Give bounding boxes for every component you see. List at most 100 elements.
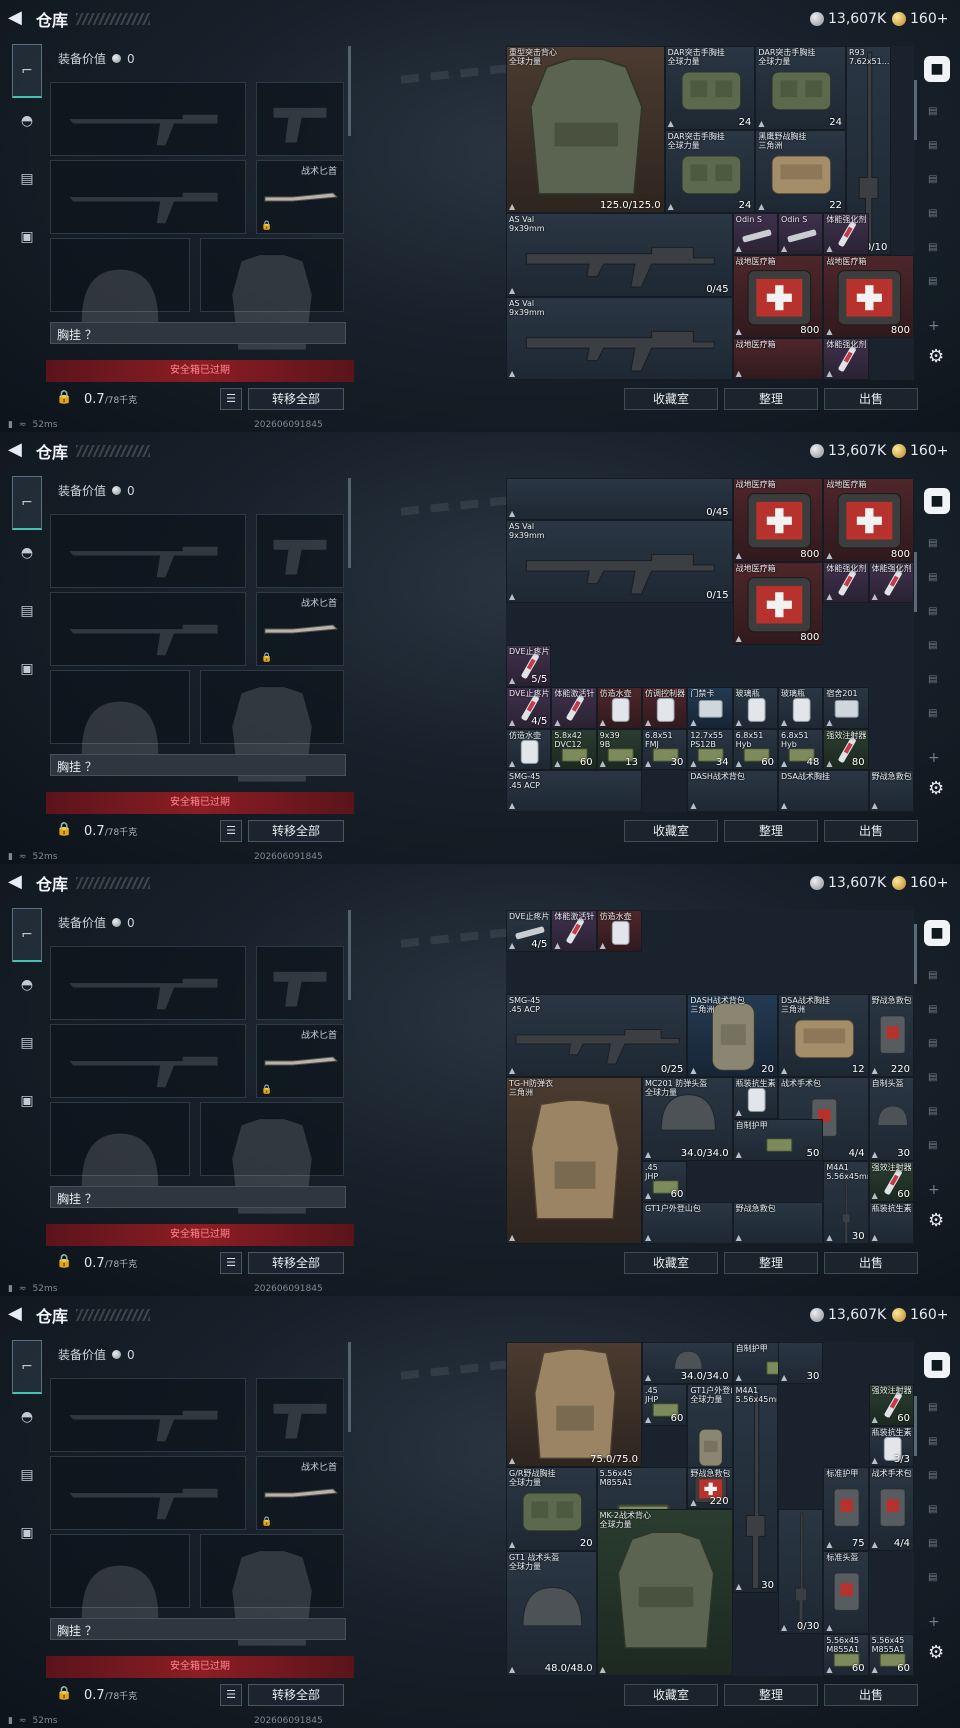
stash-item[interactable]: 6.8x51 Hyb ▲ 60 [732,728,778,771]
stash-scrollbar[interactable] [914,1396,917,1456]
stash-item[interactable]: 5.56x45 M855A1 ▲ 60 [868,1634,914,1676]
stash-scrollbar[interactable] [914,924,917,984]
stash-item[interactable]: DAR突击手胸挂 全球力量 ▲ 24 [664,129,756,213]
stash-item[interactable]: MC201 防弹头盔 全球力量 ▲ 34.0/34.0 [642,1077,733,1161]
stash-item[interactable]: 野战急救包 ▲ [868,770,914,812]
sell-button[interactable]: 出售 [824,1684,918,1706]
stash-item[interactable]: 瓶装抗生素 ▲ [868,1202,914,1244]
stash-item[interactable]: 体能强化剂 ▲ [823,338,869,380]
stash-item[interactable]: 体能激活针 ▲ [551,686,597,729]
stash-item[interactable]: 12.7x55 PS12B ▲ 34 [687,728,733,771]
stash-item[interactable]: 战地医疗箱 ▲ [732,338,824,380]
container-tab-icon[interactable]: ▤ [928,538,946,552]
stash-item[interactable]: 黑鹰野战胸挂 三角洲 ▲ 22 [755,129,846,213]
stash-item[interactable]: 9x39 9B ▲ 13 [596,728,642,771]
melee-slot[interactable]: 战术匕首 🔒 [256,1024,344,1098]
gold-balance[interactable]: 160+ [892,441,948,461]
stash-container-icon[interactable]: ■ [924,56,950,82]
stash-item[interactable]: 标准头盔 ▲ [823,1550,869,1635]
stash-item[interactable]: 战地医疗箱 ▲ 800 [823,254,914,339]
back-arrow-icon[interactable]: ◀ [8,1304,28,1324]
list-view-button[interactable]: ☰ [220,1684,242,1706]
collection-room-button[interactable]: 收藏室 [624,1252,718,1274]
stash-item[interactable]: DVE止疼片 ▲ 4/5 [506,910,552,952]
rail-tab-helmet[interactable]: ◓ [12,1402,42,1432]
stash-item[interactable]: TG-H防弹衣 三角洲 ▲ [506,1077,642,1244]
stash-item[interactable]: .45 JHP ▲ 60 [642,1383,688,1426]
armor-slot[interactable] [200,1102,344,1214]
stash-item[interactable]: M4A1 5.56x45mm ▲ 30 [823,1160,869,1244]
stash-container-icon[interactable]: ■ [924,488,950,514]
helmet-slot[interactable] [50,238,190,323]
stash-item[interactable]: 自制护甲 ▲ 50 [732,1118,824,1161]
container-tab-icon[interactable]: ▤ [928,640,946,654]
stash-item[interactable]: 瓶装抗生素 ▲ [732,1077,778,1119]
loadout-scrollbar[interactable] [348,1342,351,1432]
safe-box-expired-banner[interactable]: 安全箱已过期 [46,792,354,814]
rail-tab-briefcase[interactable]: ▣ [12,1518,42,1548]
container-tab-icon[interactable]: ▤ [928,674,946,688]
container-tab-icon[interactable]: ▤ [928,242,946,256]
container-tab-icon[interactable]: ▤ [928,1106,946,1120]
stash-item[interactable]: G/R野战胸挂 全球力量 ▲ 20 [506,1467,597,1551]
primary-weapon-slot[interactable] [50,82,246,156]
rail-tab-clipboard[interactable]: ▤ [12,1028,42,1058]
primary-weapon-slot[interactable] [50,946,246,1020]
settings-gear-icon[interactable]: ⚙ [928,346,946,367]
container-tab-icon[interactable]: ▤ [928,1436,946,1450]
back-arrow-icon[interactable]: ◀ [8,8,28,28]
stash-item[interactable]: 战地医疗箱 ▲ 800 [732,254,824,339]
stash-item[interactable]: .45 JHP ▲ 60 [642,1160,688,1203]
rail-tab-pistol[interactable]: ⌐ [12,1340,42,1394]
melee-slot[interactable]: 战术匕首 🔒 [256,1456,344,1530]
chest-rig-slot[interactable]: 胸挂 ？ [50,1186,346,1208]
container-tab-icon[interactable]: ▤ [928,140,946,154]
stash-item[interactable]: 强效注射器 ▲ 60 [868,1383,914,1426]
stash-item[interactable]: 野战急救包 ▲ 220 [868,993,914,1077]
safe-box-expired-banner[interactable]: 安全箱已过期 [46,360,354,382]
pistol-slot[interactable] [256,82,344,156]
container-tab-icon[interactable]: ▤ [928,1072,946,1086]
stash-item[interactable]: 野战急救包 ▲ [732,1202,824,1244]
loadout-scrollbar[interactable] [348,478,351,568]
settings-gear-icon[interactable]: ⚙ [928,1642,946,1663]
stash-item[interactable]: 标准护甲 ▲ 75 [823,1467,869,1551]
stash-item[interactable]: 自制头盔 ▲ 30 [868,1077,914,1161]
rail-tab-briefcase[interactable]: ▣ [12,1086,42,1116]
rail-tab-pistol[interactable]: ⌐ [12,44,42,98]
secondary-weapon-slot[interactable] [50,1456,246,1530]
stash-item[interactable]: Odin S ▲ [778,213,824,255]
settings-gear-icon[interactable]: ⚙ [928,1210,946,1231]
stash-item[interactable]: MK-2战术背心 全球力量 ▲ [596,1509,733,1676]
sort-button[interactable]: 整理 [724,1252,818,1274]
stash-item[interactable]: 体能强化剂 ▲ [823,561,869,604]
stash-item[interactable]: DSA战术胸挂 ▲ [778,770,869,812]
stash-item[interactable]: 门禁卡 ▲ [687,686,733,729]
loadout-scrollbar[interactable] [348,910,351,1000]
stash-item[interactable]: 体能强化剂 ▲ [868,561,914,604]
container-tab-icon[interactable]: ▤ [928,1038,946,1052]
rail-tab-pistol[interactable]: ⌐ [12,476,42,530]
container-tab-icon[interactable]: ▤ [928,572,946,586]
container-tab-icon[interactable]: ▤ [928,708,946,722]
stash-item[interactable]: 战术手术包 ▲ 4/4 [868,1467,914,1551]
stash-item[interactable]: AS Val 9x39mm ▲ 0/45 [506,213,733,297]
stash-item[interactable]: 宿舍201 ▲ [823,686,869,729]
armor-slot[interactable] [200,238,344,350]
sort-button[interactable]: 整理 [724,388,818,410]
sell-button[interactable]: 出售 [824,820,918,842]
add-container-icon[interactable]: + [928,318,946,334]
stash-item[interactable]: 瓶装抗生素 ▲ 3/3 [868,1425,914,1468]
transfer-all-button[interactable]: 转移全部 [248,820,344,842]
rail-tab-pistol[interactable]: ⌐ [12,908,42,962]
gold-balance[interactable]: 160+ [892,9,948,29]
stash-item[interactable]: M4A1 5.56x45mm ▲ 30 [732,1383,778,1593]
secondary-weapon-slot[interactable] [50,160,246,234]
stash-container-icon[interactable]: ■ [924,1352,950,1378]
stash-item[interactable]: 重型突击背心 全球力量 ▲ 125.0/125.0 [506,46,665,213]
stash-item[interactable]: ▲ 34.0/34.0 [642,1342,733,1384]
stash-item[interactable]: DAR突击手胸挂 全球力量 ▲ 24 [755,46,846,130]
stash-item[interactable]: 体能强化剂 ▲ [823,213,869,255]
armor-slot[interactable] [200,670,344,782]
gold-balance[interactable]: 160+ [892,1305,948,1325]
